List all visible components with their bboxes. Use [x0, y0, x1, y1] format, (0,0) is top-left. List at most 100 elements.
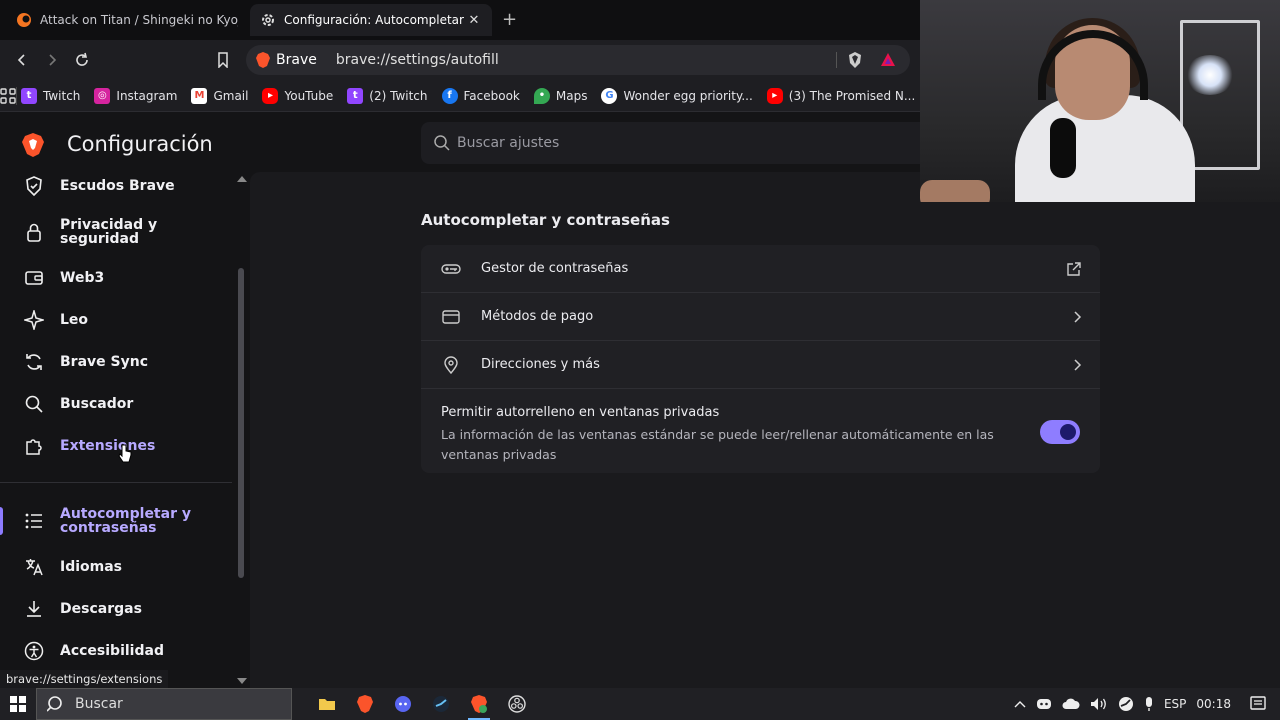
search-placeholder: Buscar ajustes [457, 135, 560, 151]
bookmarks-bar: t Twitch ◎ Instagram M Gmail ▸ YouTube t (2) … [0, 80, 920, 112]
brave-brand: Brave [256, 52, 317, 68]
sidebar-item-label: Privacidad y seguridad [60, 217, 158, 247]
bookmark-label: (2) Twitch [369, 88, 428, 103]
bookmark-maps[interactable]: • Maps [533, 87, 587, 104]
brave-logo-icon [22, 133, 44, 161]
taskbar-search-input[interactable]: Buscar [36, 688, 292, 720]
lock-icon [24, 222, 44, 242]
bookmark-label: Twitch [43, 88, 81, 103]
translate-icon [24, 557, 44, 577]
section-title: Autocompletar y contraseñas [421, 211, 670, 229]
bookmark-facebook[interactable]: f Facebook [441, 87, 520, 104]
brave-shields-icon[interactable] [848, 52, 862, 72]
reload-button[interactable] [70, 48, 94, 72]
settings-sidebar: Escudos Brave Privacidad y seguridad Web… [0, 172, 250, 688]
apps-grid-icon[interactable] [0, 86, 17, 105]
screen: Attack on Titan / Shingeki no Kyojin / C… [0, 0, 1280, 720]
close-tab-icon[interactable]: ✕ [466, 13, 482, 28]
youtube-icon: ▸ [262, 87, 279, 104]
file-explorer-icon[interactable] [308, 688, 346, 720]
maps-icon: • [533, 87, 550, 104]
language-indicator[interactable]: ESP [1164, 697, 1186, 711]
search-icon [24, 394, 44, 414]
password-manager-row[interactable]: Gestor de contraseñas [421, 245, 1100, 293]
bookmark-twitch-2[interactable]: t (2) Twitch [347, 87, 428, 104]
microphone-icon[interactable] [1144, 696, 1154, 712]
payment-methods-row[interactable]: Métodos de pago [421, 293, 1100, 341]
windows-start-button[interactable] [0, 688, 36, 720]
address-bar[interactable]: Brave brave://settings/autofill [246, 45, 910, 75]
bookmark-gmail[interactable]: M Gmail [191, 87, 249, 104]
bookmark-promised-neverland[interactable]: ▸ (3) The Promised N... [766, 87, 916, 104]
sparkle-icon [24, 310, 44, 330]
bookmark-label: (3) The Promised N... [788, 88, 916, 103]
instagram-icon: ◎ [94, 87, 111, 104]
external-link-icon[interactable] [1066, 261, 1082, 277]
notifications-icon[interactable] [1250, 696, 1266, 712]
sidebar-item-label: Escudos Brave [60, 178, 175, 194]
status-url-bubble: brave://settings/extensions [0, 670, 169, 688]
private-autofill-row: Permitir autorrelleno en ventanas privad… [421, 389, 1100, 473]
google-icon: G [601, 87, 618, 104]
key-icon [441, 262, 461, 276]
discord-icon[interactable] [384, 688, 422, 720]
search-icon [47, 696, 62, 712]
sidebar-item-label: Brave Sync [60, 354, 148, 370]
sidebar-item-label: Buscador [60, 396, 134, 412]
search-icon [434, 135, 450, 151]
private-autofill-toggle[interactable] [1040, 420, 1080, 444]
scrollbar-thumb[interactable] [238, 268, 244, 578]
forward-button[interactable] [40, 48, 64, 72]
bookmark-button[interactable] [211, 48, 235, 72]
bookmark-label: Gmail [213, 88, 249, 103]
volume-icon[interactable] [1090, 697, 1108, 711]
webcam-person-arm [920, 180, 990, 202]
sidebar-item-label: Web3 [60, 270, 105, 286]
obs-icon[interactable] [498, 688, 536, 720]
scroll-down-arrow-icon[interactable] [237, 678, 247, 684]
addresses-row[interactable]: Direcciones y más [421, 341, 1100, 389]
tab-settings-autofill[interactable]: Configuración: Autocompletar y ✕ [250, 4, 492, 36]
row-label: Métodos de pago [481, 309, 594, 324]
bookmark-wonder-egg[interactable]: G Wonder egg priority... [601, 87, 753, 104]
twitch-icon: t [21, 87, 37, 104]
steam-tray-icon[interactable] [1118, 696, 1134, 712]
bookmark-label: Facebook [463, 88, 520, 103]
autofill-card: Gestor de contraseñas Métodos de pago Di… [421, 245, 1100, 473]
gmail-icon: M [191, 87, 208, 104]
new-tab-button[interactable]: + [502, 9, 517, 30]
twitch-icon: t [347, 87, 364, 104]
bookmark-label: Wonder egg priority... [623, 88, 753, 103]
discord-tray-icon[interactable] [1036, 698, 1052, 710]
bookmark-instagram[interactable]: ◎ Instagram [94, 87, 177, 104]
brave-rewards-icon[interactable] [880, 52, 896, 72]
list-icon [24, 511, 44, 531]
chevron-right-icon [1072, 310, 1082, 324]
brave-icon[interactable] [346, 688, 384, 720]
sidebar-divider [0, 482, 232, 483]
cloud-icon[interactable] [1062, 698, 1080, 710]
url-text: brave://settings/autofill [335, 52, 499, 68]
brave-active-icon[interactable] [460, 688, 498, 720]
youtube-icon: ▸ [766, 87, 783, 104]
toggle-title: Permitir autorrelleno en ventanas privad… [441, 405, 720, 420]
settings-content: Autocompletar y contraseñas Gestor de co… [250, 172, 1280, 688]
sidebar-item-label: Extensiones [60, 438, 156, 454]
webcam-microphone [1050, 118, 1076, 178]
chevron-right-icon [1072, 358, 1082, 372]
bookmark-twitch[interactable]: t Twitch [21, 87, 81, 104]
settings-search-input[interactable]: Buscar ajustes [421, 122, 920, 164]
tab-attack-on-titan[interactable]: Attack on Titan / Shingeki no Kyojin / [6, 4, 248, 36]
back-button[interactable] [10, 48, 34, 72]
webcam-overlay [920, 0, 1280, 202]
omnibox-divider [836, 52, 837, 68]
bookmark-youtube[interactable]: ▸ YouTube [262, 87, 333, 104]
shield-icon [24, 176, 44, 196]
row-label: Direcciones y más [481, 357, 600, 372]
taskbar-search-label: Buscar [75, 696, 123, 712]
steam-icon[interactable] [422, 688, 460, 720]
scroll-up-arrow-icon[interactable] [237, 176, 247, 182]
clock[interactable]: 00:18 [1196, 697, 1231, 711]
sidebar-scrollbar[interactable] [236, 172, 248, 688]
chevron-up-icon[interactable] [1014, 700, 1026, 708]
